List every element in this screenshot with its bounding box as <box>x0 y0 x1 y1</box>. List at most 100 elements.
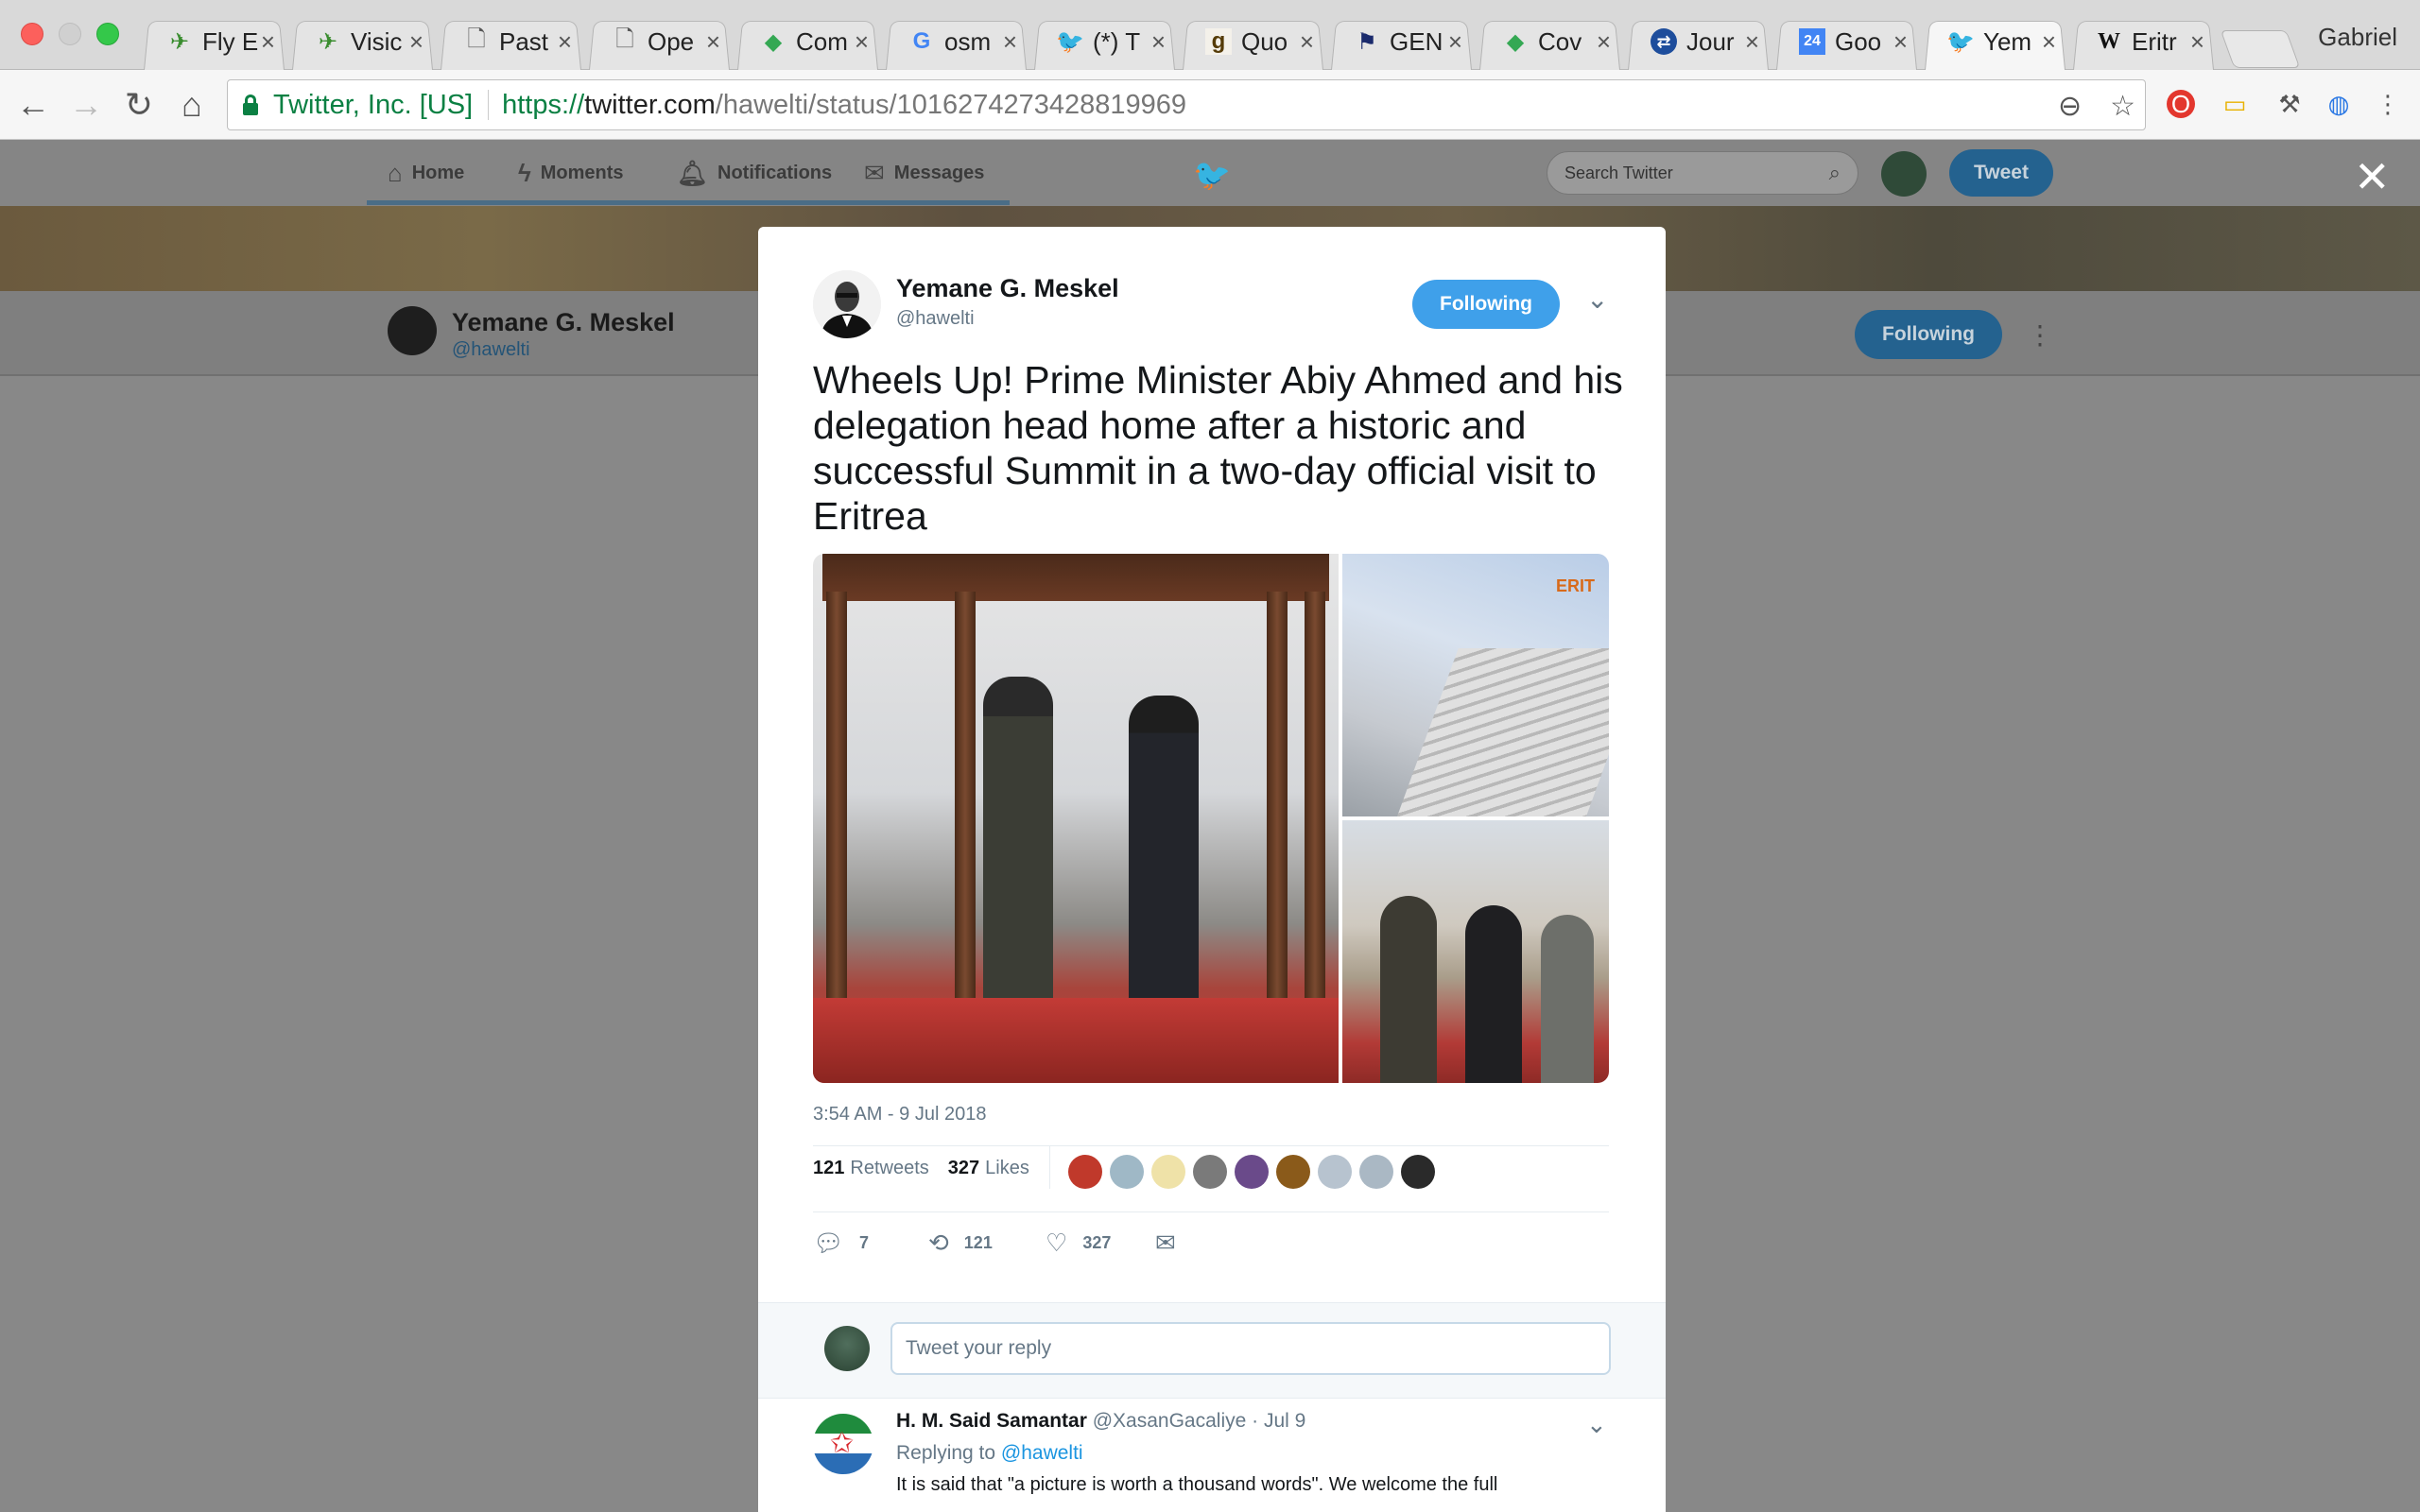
author-handle[interactable]: @hawelti <box>896 308 975 330</box>
liker-avatar[interactable] <box>1110 1155 1144 1189</box>
tab-close-icon[interactable]: × <box>261 27 275 57</box>
tab-close-icon[interactable]: × <box>706 27 720 57</box>
profile-handle[interactable]: @hawelti <box>452 339 530 361</box>
browser-menu-icon[interactable]: ⋮ <box>2371 87 2405 121</box>
url-path: /hawelti/status/1016274273428819969 <box>715 89 1187 120</box>
tab-close-icon[interactable]: × <box>855 27 869 57</box>
tab-close-icon[interactable]: × <box>409 27 424 57</box>
reply-input[interactable]: Tweet your reply <box>890 1322 1611 1375</box>
site-identity[interactable]: Twitter, Inc. [US] <box>273 90 473 121</box>
liker-avatar[interactable] <box>1276 1155 1310 1189</box>
likes-stat[interactable]: 327 Likes <box>948 1158 1029 1179</box>
browser-tab[interactable]: 🗋 Ope × <box>585 13 734 70</box>
liker-avatar[interactable] <box>1151 1155 1185 1189</box>
browser-tab[interactable]: W Eritr × <box>2069 13 2218 70</box>
bookmark-star-icon[interactable]: ☆ <box>2110 90 2135 123</box>
tab-close-icon[interactable]: × <box>1300 27 1314 57</box>
liker-avatar[interactable] <box>1193 1155 1227 1189</box>
window-zoom-button[interactable] <box>96 23 119 45</box>
search-input[interactable]: Search Twitter ⌕ <box>1547 151 1858 195</box>
liker-avatar[interactable] <box>1235 1155 1269 1189</box>
browser-tab[interactable]: ⚑ GEN × <box>1327 13 1476 70</box>
like-button[interactable]: ♡ 327 <box>1046 1228 1111 1258</box>
back-icon[interactable]: ← <box>11 83 55 127</box>
direct-message-button[interactable]: ✉ <box>1155 1228 1191 1258</box>
user-avatar[interactable] <box>824 1326 870 1371</box>
browser-tab[interactable]: ◆ Com × <box>734 13 882 70</box>
window-close-button[interactable] <box>21 23 43 45</box>
chevron-down-icon[interactable]: ⌄ <box>1586 1410 1607 1439</box>
forward-icon[interactable]: → <box>64 83 108 127</box>
reply-button[interactable]: 💬︎ 7 <box>813 1228 869 1258</box>
more-options-icon[interactable]: ⋮ <box>2027 319 2053 351</box>
author-name[interactable]: Yemane G. Meskel <box>896 274 1119 303</box>
folder-extension-icon[interactable]: ▭ <box>2218 87 2252 121</box>
reload-icon[interactable]: ↻ <box>117 83 161 127</box>
tab-close-icon[interactable]: × <box>2042 27 2056 57</box>
new-tab-button[interactable] <box>2227 30 2293 68</box>
tweet-photo-waving[interactable] <box>1342 820 1609 1083</box>
window-minimize-button[interactable] <box>59 23 81 45</box>
chevron-down-icon[interactable]: ⌄ <box>1586 284 1608 315</box>
browser-tab[interactable]: ✈ Fly E × <box>140 13 288 70</box>
close-icon[interactable]: ✕ <box>2354 151 2391 202</box>
home-icon[interactable]: ⌂ <box>170 83 214 127</box>
reply-author-handle[interactable]: @XasanGacaliye <box>1093 1410 1247 1432</box>
reply-tweet[interactable]: ✩ H. M. Said Samantar @XasanGacaliye · J… <box>758 1399 1666 1512</box>
browser-tab[interactable]: ✈ Visic × <box>288 13 437 70</box>
address-bar[interactable]: Twitter, Inc. [US] https://twitter.com/h… <box>227 79 2146 130</box>
globe-extension-icon[interactable]: ◍ <box>2322 87 2356 121</box>
browser-tab[interactable]: 24 Goo × <box>1772 13 1921 70</box>
author-avatar[interactable] <box>813 270 881 338</box>
tab-title: GEN <box>1390 26 1443 56</box>
tools-extension-icon[interactable]: ⚒ <box>2273 87 2307 121</box>
tweet-photo-stairs[interactable]: ERIT <box>1342 554 1609 816</box>
tweet-photo-main[interactable] <box>813 554 1339 1083</box>
browser-tab-active[interactable]: 🐦 Yem × <box>1921 13 2069 70</box>
liker-avatar[interactable] <box>1401 1155 1435 1189</box>
profile-name[interactable]: Yemane G. Meskel <box>452 308 675 337</box>
tab-close-icon[interactable]: × <box>1003 27 1017 57</box>
browser-tab[interactable]: G osm × <box>882 13 1030 70</box>
tab-close-icon[interactable]: × <box>1745 27 1759 57</box>
liker-avatars <box>1068 1155 1435 1189</box>
tab-close-icon[interactable]: × <box>2190 27 2204 57</box>
compose-tweet-button[interactable]: Tweet <box>1949 149 2053 197</box>
nav-moments[interactable]: ϟ Moments <box>518 140 624 206</box>
retweets-stat[interactable]: 121 Retweets <box>813 1158 929 1179</box>
browser-profile-name[interactable]: Gabriel <box>2318 23 2397 52</box>
browser-tab[interactable]: ◆ Cov × <box>1476 13 1624 70</box>
browser-tab[interactable]: g Quo × <box>1179 13 1327 70</box>
tab-close-icon[interactable]: × <box>1151 27 1166 57</box>
search-icon[interactable]: ⌕ <box>1829 161 1841 185</box>
liker-avatar[interactable] <box>1318 1155 1352 1189</box>
following-button[interactable]: Following <box>1412 280 1560 329</box>
tab-close-icon[interactable]: × <box>558 27 572 57</box>
browser-tab[interactable]: ⇄ Jour × <box>1624 13 1772 70</box>
nav-messages[interactable]: ✉ Messages <box>864 140 984 206</box>
adblock-extension-icon[interactable]: O <box>2167 90 2195 118</box>
replying-to-handle[interactable]: @hawelti <box>1001 1442 1083 1464</box>
tab-title: Com <box>796 26 848 56</box>
liker-avatar[interactable] <box>1359 1155 1393 1189</box>
browser-tab[interactable]: 🐦 (*) T × <box>1030 13 1179 70</box>
person-figure <box>1380 896 1437 1083</box>
twitter-bird-icon[interactable]: 🐦 <box>1193 157 1231 193</box>
tab-close-icon[interactable]: × <box>1893 27 1908 57</box>
tweet-timestamp[interactable]: 3:54 AM - 9 Jul 2018 <box>813 1104 986 1125</box>
nav-home[interactable]: ⌂ Home <box>388 140 464 206</box>
profile-avatar[interactable] <box>388 306 437 355</box>
reply-date[interactable]: · Jul 9 <box>1252 1410 1305 1432</box>
user-avatar[interactable] <box>1881 151 1927 197</box>
tab-close-icon[interactable]: × <box>1448 27 1462 57</box>
retweet-button[interactable]: ⟲ 121 <box>928 1228 993 1258</box>
browser-tab[interactable]: 🗋 Past × <box>437 13 585 70</box>
zoom-icon[interactable]: ⊖ <box>2058 90 2082 123</box>
reply-author-name[interactable]: H. M. Said Samantar <box>896 1410 1087 1432</box>
liker-avatar[interactable] <box>1068 1155 1102 1189</box>
tab-title: Past <box>499 26 549 56</box>
nav-notifications[interactable]: 🔔︎ Notifications <box>677 140 832 206</box>
profile-following-button[interactable]: Following <box>1855 310 2002 359</box>
tab-close-icon[interactable]: × <box>1597 27 1611 57</box>
reply-author-avatar[interactable]: ✩ <box>813 1414 873 1474</box>
